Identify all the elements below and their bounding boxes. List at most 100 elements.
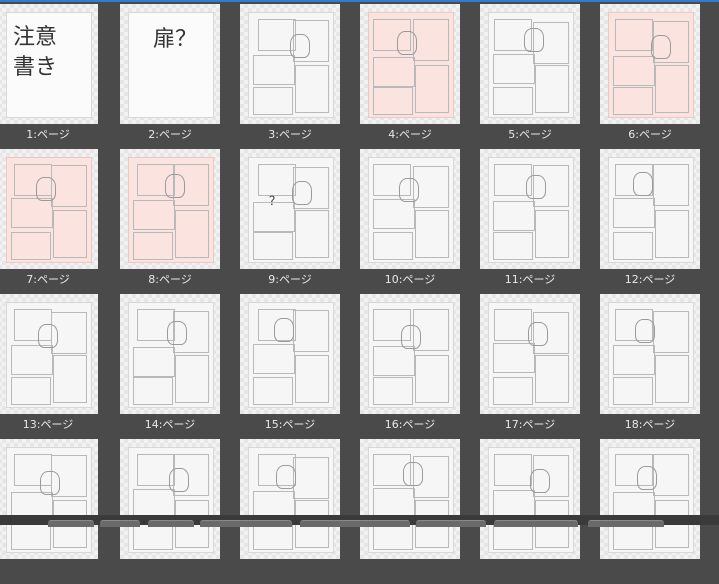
page-paper [608, 157, 694, 263]
thumbnail-canvas[interactable] [360, 149, 460, 269]
page-paper [608, 302, 694, 408]
page-thumbnail[interactable]: 7:ページ [0, 149, 120, 294]
page-label: 11:ページ [504, 273, 556, 286]
page-label: 17:ページ [504, 418, 556, 431]
thumbnail-canvas[interactable] [240, 294, 340, 414]
page-label: 7:ページ [26, 273, 70, 286]
thumbnail-canvas[interactable] [480, 439, 580, 559]
thumbnail-canvas[interactable]: 扉？ [120, 4, 220, 124]
character-sketch [165, 174, 185, 198]
thumbnail-canvas[interactable]: 注意 書き [0, 4, 98, 124]
toolbar-button[interactable] [416, 520, 486, 527]
thumbnail-canvas[interactable] [600, 294, 700, 414]
comic-panel [11, 522, 51, 550]
page-thumbnail[interactable]: 注意 書き 1:ページ [0, 4, 120, 149]
thumbnail-canvas[interactable] [120, 439, 220, 559]
toolbar-button[interactable] [48, 520, 94, 527]
page-thumbnail[interactable]: 18:ページ [600, 294, 719, 439]
thumbnail-canvas[interactable] [360, 4, 460, 124]
toolbar-button[interactable] [200, 520, 292, 527]
comic-panel [415, 210, 449, 258]
page-thumbnail[interactable]: 8:ページ [120, 149, 240, 294]
page-thumbnail[interactable]: 12:ページ [600, 149, 719, 294]
thumbnail-canvas[interactable] [600, 149, 700, 269]
page-thumbnail[interactable]: 13:ページ [0, 294, 120, 439]
comic-panel [493, 232, 533, 260]
page-paper [6, 157, 92, 263]
page-thumbnail[interactable]: 扉？ 2:ページ [120, 4, 240, 149]
page-label: 16:ページ [384, 418, 436, 431]
page-thumbnail[interactable]: ？ 9:ページ [240, 149, 360, 294]
thumbnail-canvas[interactable] [480, 294, 580, 414]
thumbnail-canvas[interactable] [240, 4, 340, 124]
page-label: 10:ページ [384, 273, 436, 286]
page-paper [368, 447, 454, 553]
page-thumbnail[interactable] [480, 439, 600, 584]
comic-panel [373, 488, 415, 518]
page-thumbnail[interactable]: 10:ページ [360, 149, 480, 294]
character-sketch [403, 462, 423, 486]
thumbnail-canvas[interactable] [0, 149, 98, 269]
page-thumbnail[interactable]: 3:ページ [240, 4, 360, 149]
comic-panel [373, 57, 415, 87]
page-paper [488, 302, 574, 408]
toolbar-button[interactable] [300, 520, 410, 527]
page-thumbnail[interactable] [240, 439, 360, 584]
handwritten-note: 書き [13, 55, 58, 80]
page-thumbnail[interactable]: 17:ページ [480, 294, 600, 439]
page-thumbnail[interactable]: 14:ページ [120, 294, 240, 439]
toolbar-button[interactable] [588, 520, 664, 527]
comic-panel [373, 199, 415, 229]
character-sketch [290, 34, 310, 58]
thumbnail-canvas[interactable] [0, 439, 98, 559]
comic-panel [53, 355, 87, 403]
thumbnail-canvas[interactable] [360, 439, 460, 559]
comic-panel [493, 54, 535, 84]
thumbnail-canvas[interactable] [120, 149, 220, 269]
character-sketch [169, 468, 189, 492]
page-thumbnail[interactable]: 11:ページ [480, 149, 600, 294]
page-paper [608, 12, 694, 118]
thumbnail-canvas[interactable] [600, 4, 700, 124]
page-thumbnail[interactable] [120, 439, 240, 584]
page-thumbnail[interactable]: 15:ページ [240, 294, 360, 439]
page-paper [368, 302, 454, 408]
page-thumbnail[interactable]: 16:ページ [360, 294, 480, 439]
toolbar-button[interactable] [100, 520, 140, 527]
thumbnail-canvas[interactable] [480, 149, 580, 269]
page-paper [368, 12, 454, 118]
page-thumbnail[interactable]: 4:ページ [360, 4, 480, 149]
toolbar-button[interactable] [148, 520, 194, 527]
page-thumbnail[interactable] [360, 439, 480, 584]
thumbnail-canvas[interactable] [0, 294, 98, 414]
comic-panel [293, 457, 329, 499]
page-paper [488, 12, 574, 118]
thumbnail-canvas[interactable]: ？ [240, 149, 340, 269]
comic-panel [493, 201, 535, 231]
comic-panel [415, 65, 449, 113]
character-sketch [274, 318, 294, 342]
thumbnail-canvas[interactable] [120, 294, 220, 414]
page-thumbnail[interactable] [0, 439, 120, 584]
character-sketch [528, 322, 548, 346]
comic-panel [295, 210, 329, 258]
comic-panel [175, 210, 209, 258]
page-thumbnail[interactable] [600, 439, 719, 584]
thumbnail-canvas[interactable] [600, 439, 700, 559]
toolbar-button[interactable] [494, 520, 578, 527]
thumbnail-canvas[interactable] [360, 294, 460, 414]
page-thumbnail[interactable]: 5:ページ [480, 4, 600, 149]
comic-panel [613, 87, 653, 115]
page-paper [248, 447, 334, 553]
page-thumbnail[interactable]: 6:ページ [600, 4, 719, 149]
comic-panel [373, 346, 415, 376]
thumbnail-canvas[interactable] [480, 4, 580, 124]
handwritten-note: ？ [269, 194, 282, 208]
page-label: 6:ページ [628, 128, 672, 141]
comic-panel [133, 377, 173, 405]
comic-panel [655, 355, 689, 403]
comic-panel [653, 164, 689, 206]
thumbnail-canvas[interactable] [240, 439, 340, 559]
comic-panel [615, 19, 653, 51]
page-thumbnail-grid: 注意 書き 1:ページ 扉？ 2:ページ 3:ページ 4:ページ 5:ページ 6:ページ 7:ペー… [0, 4, 719, 584]
